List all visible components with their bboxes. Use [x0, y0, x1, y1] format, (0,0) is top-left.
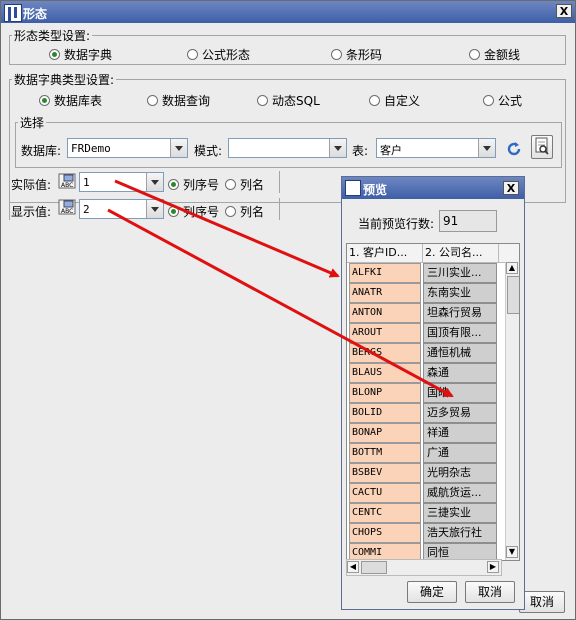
arrow-actual-to-id [114, 179, 340, 278]
annotation-arrows [107, 179, 454, 398]
arrow-display-to-name [107, 208, 454, 398]
